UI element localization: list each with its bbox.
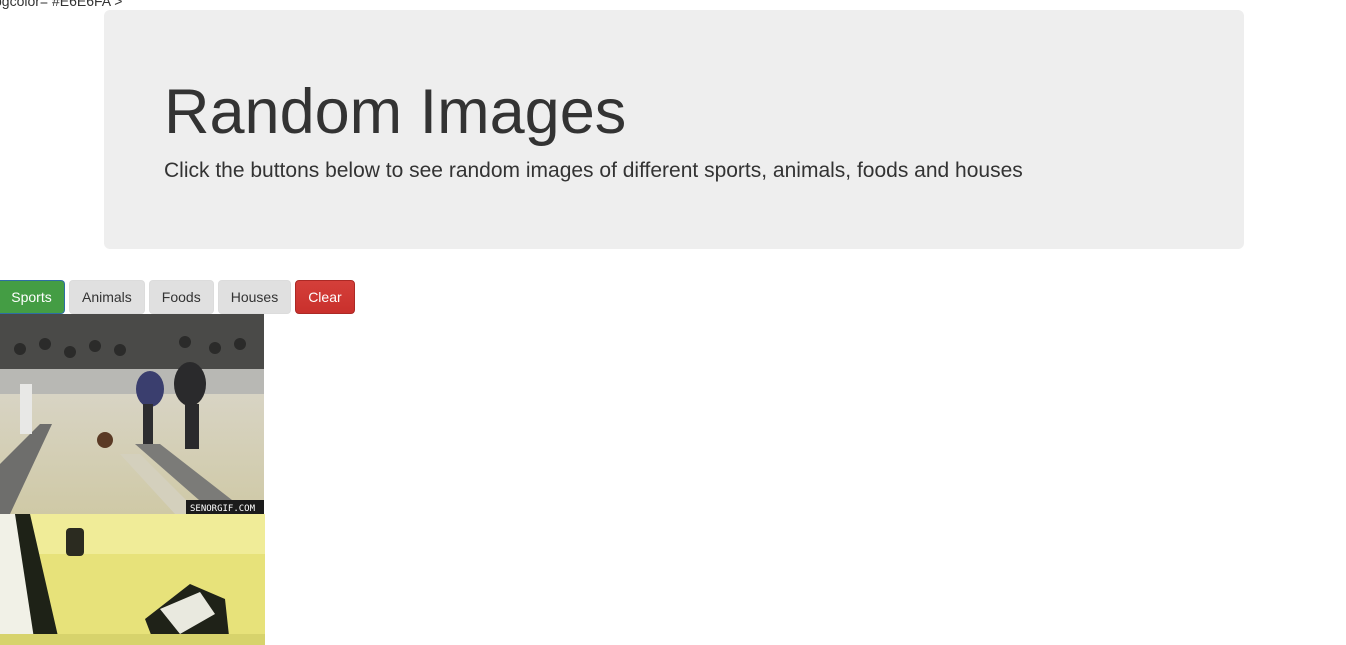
sports-image-karate: [0, 514, 265, 645]
stray-markup-text: bgcolor= #E6E6FA >: [0, 0, 123, 9]
animals-button[interactable]: Animals: [69, 280, 145, 314]
page-title: Random Images: [164, 77, 627, 147]
bowling-image: SENORGIF.COM: [0, 314, 264, 514]
image-watermark: SENORGIF.COM: [190, 504, 256, 514]
jumbotron: Random Images Click the buttons below to…: [104, 10, 1244, 249]
clear-button[interactable]: Clear: [295, 280, 355, 314]
karate-image: [0, 514, 265, 645]
sports-image-bowling: SENORGIF.COM: [0, 314, 264, 514]
page-subtitle: Click the buttons below to see random im…: [164, 159, 1023, 182]
houses-button[interactable]: Houses: [217, 280, 292, 314]
sports-button[interactable]: Sports: [0, 280, 65, 314]
image-list: SENORGIF.COM: [0, 314, 265, 645]
category-button-row: Sports Animals Foods Houses Clear: [0, 280, 355, 314]
foods-button[interactable]: Foods: [148, 280, 214, 314]
